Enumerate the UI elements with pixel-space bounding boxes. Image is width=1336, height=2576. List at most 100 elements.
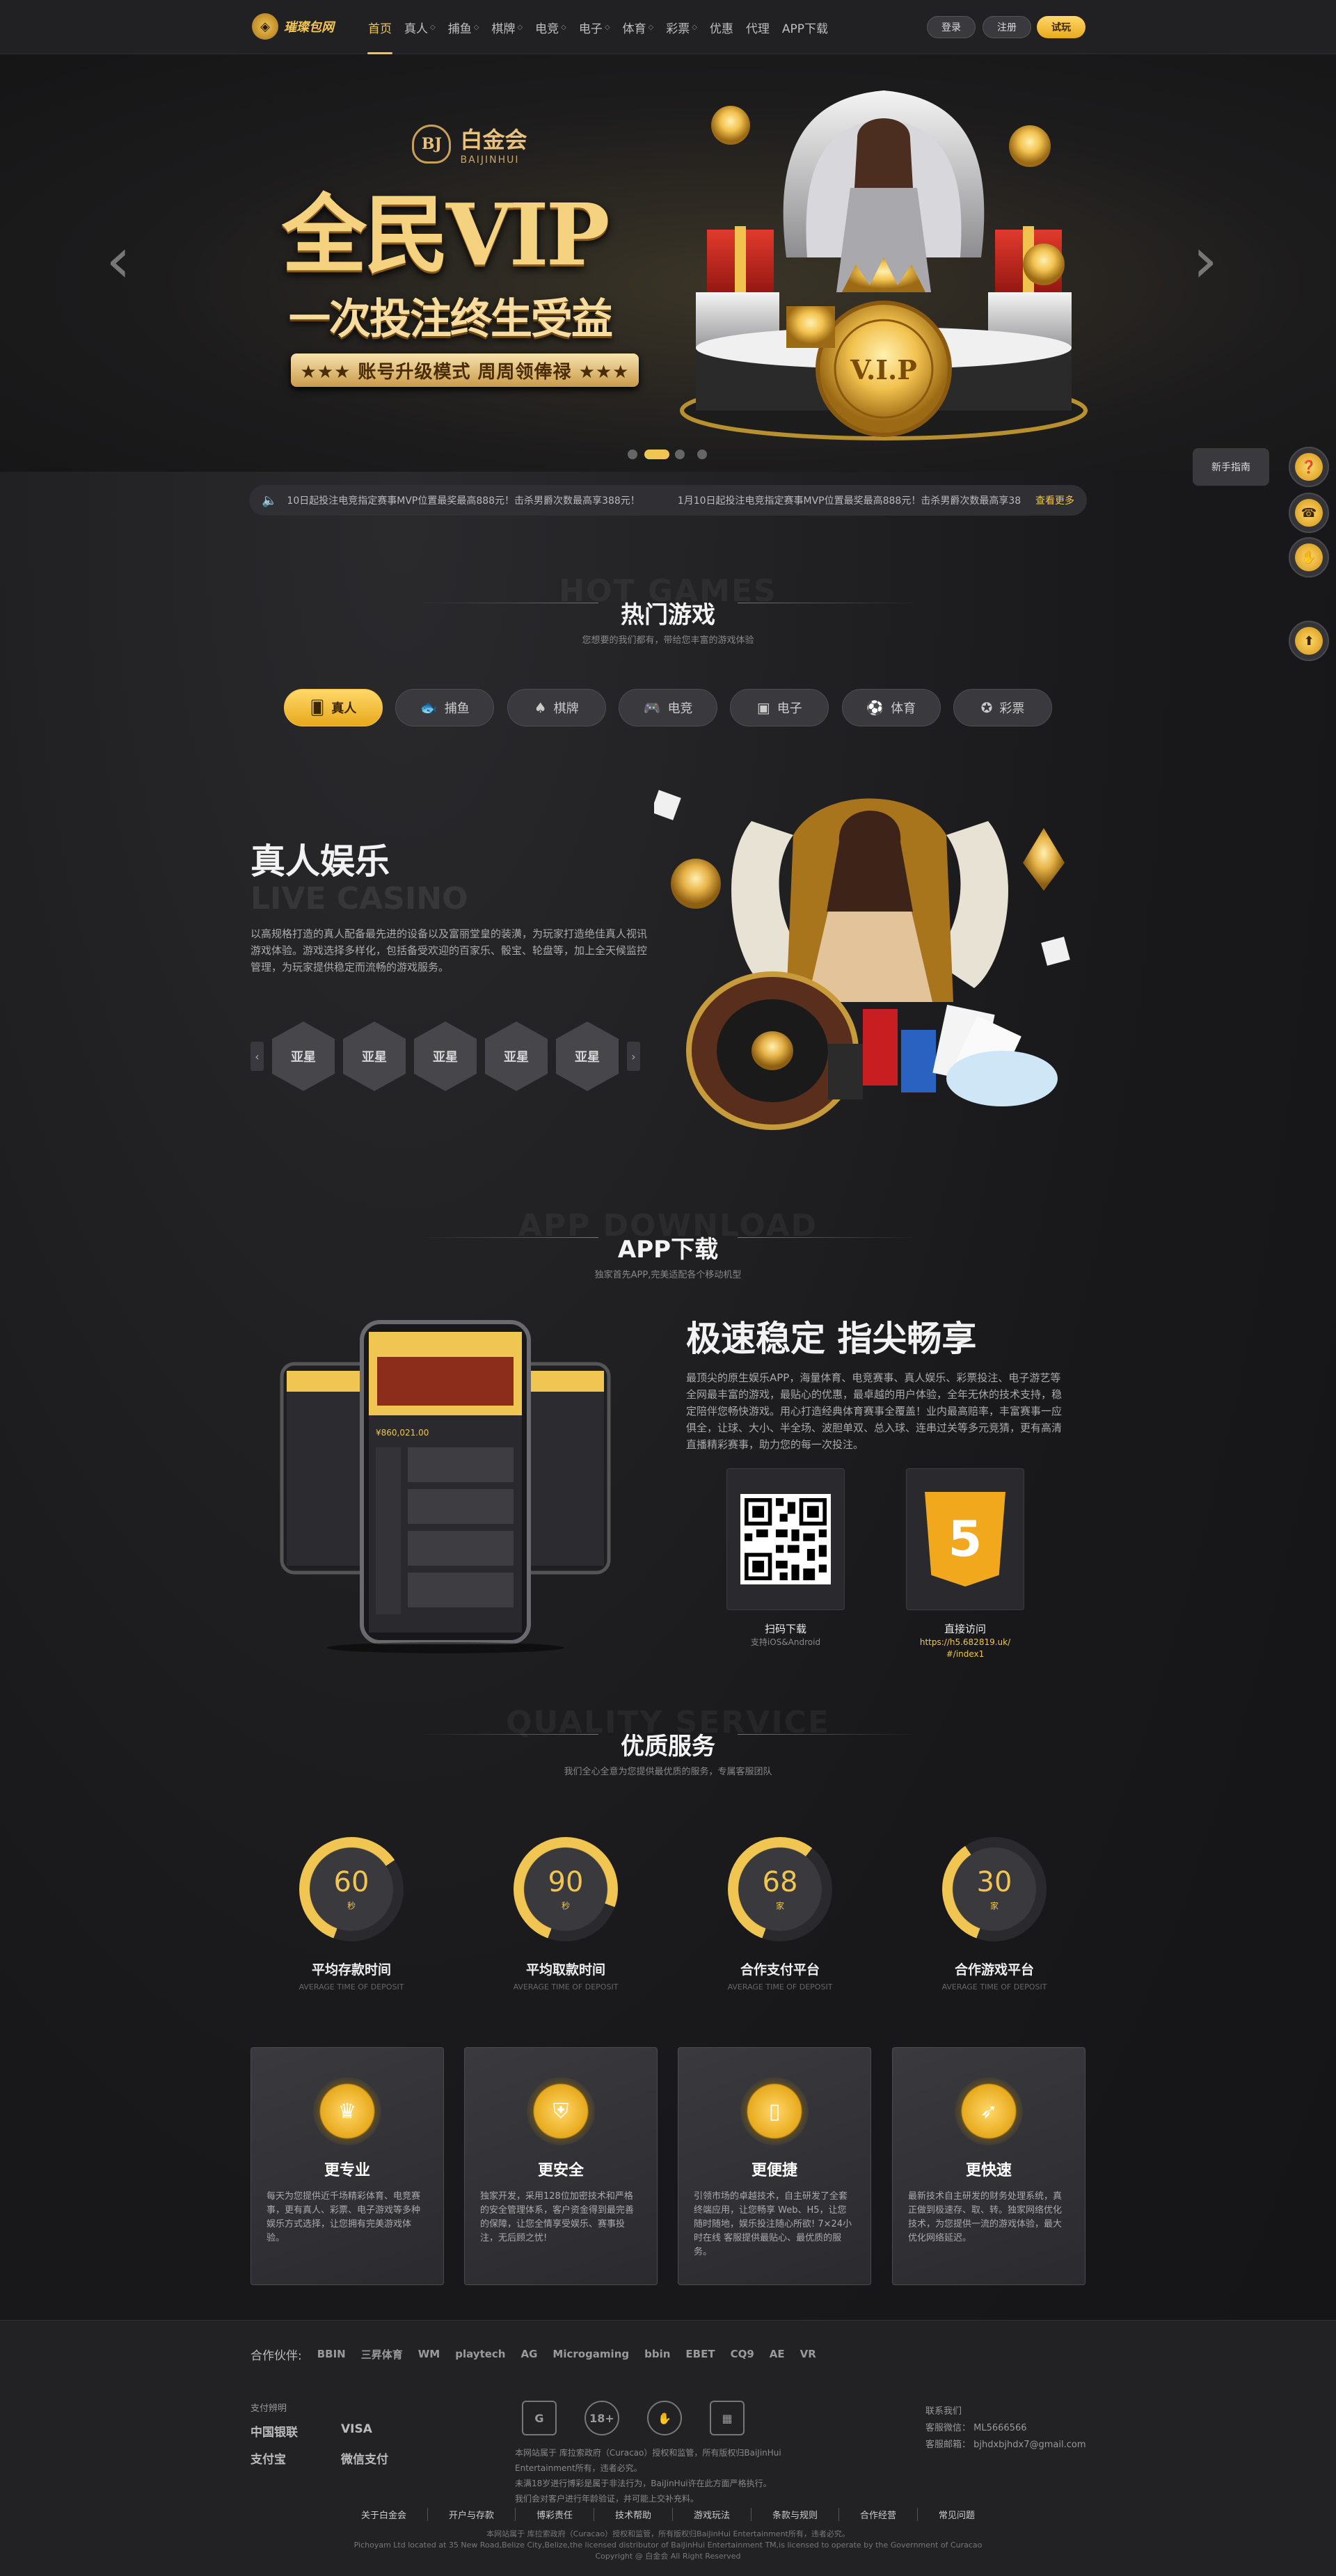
stat-value: 30 — [976, 1866, 1012, 1898]
tab-football[interactable]: ⚽ 体育 — [841, 689, 941, 726]
section-subtitle: 您想要的我们都有，带给您丰富的游戏体验 — [582, 635, 754, 646]
tab-spade[interactable]: ♠ 棋牌 — [507, 689, 606, 726]
stat-value: 90 — [548, 1866, 584, 1898]
tab-lottery[interactable]: ✪ 彩票 — [953, 689, 1052, 726]
login-button[interactable]: 登录 — [927, 16, 976, 38]
partner-logo[interactable]: bbin — [644, 2348, 670, 2360]
top-nav: ◈ 璀璨包网 首页 真人 ◇ 捕鱼 ◇ 棋牌 ◇ 电竞 ◇ 电子 ◇ 体育 ◇ 彩票 ◇ 优惠 代理 APP下载 … — [0, 0, 1336, 54]
nav-item[interactable]: 捕鱼 ◇ — [442, 0, 486, 54]
gamepad-icon: 🎮 — [643, 699, 661, 716]
h5-url-link[interactable]: https://h5.682819.uk/#/index1 — [906, 1637, 1024, 1660]
nav-item-label: 捕鱼 — [447, 22, 472, 36]
nav-item[interactable]: 代理 — [740, 0, 776, 54]
nav-item-label: 棋牌 — [491, 22, 516, 36]
footer-link[interactable]: 游戏玩法 — [673, 2508, 752, 2521]
provider-next-arrow[interactable]: › — [627, 1042, 640, 1071]
trial-button[interactable]: 试玩 — [1037, 16, 1086, 38]
footer-link[interactable]: 开户与存款 — [428, 2508, 516, 2521]
footer-link[interactable]: 条款与规则 — [752, 2508, 840, 2521]
service-card-desc: 最新技术自主研发的财务处理系统，真正做到极速存、取、转。独家网络优化技术，为您提… — [908, 2191, 1063, 2243]
banner-next-arrow[interactable]: › — [1193, 230, 1218, 292]
provider-logo[interactable]: 亚星 — [414, 1021, 477, 1091]
partner-logo[interactable]: AE — [770, 2348, 785, 2360]
contact-wechat[interactable]: 客服微信： ML5666566 — [925, 2420, 1092, 2437]
nav-item[interactable]: 真人 ◇ — [398, 0, 442, 54]
qr-download-box[interactable] — [726, 1468, 845, 1610]
tab-label: 电竞 — [667, 701, 693, 716]
announcement-bar[interactable]: 🔈 10日起投注电竞指定赛事MVP位置最奖最高888元！击杀男爵次数最高享388… — [249, 485, 1087, 516]
nav-item-label: 体育 — [622, 22, 646, 36]
banner-prev-arrow[interactable]: ‹ — [106, 230, 131, 292]
shield-icon: ⛨ — [527, 2077, 595, 2145]
footer-link[interactable]: 技术帮助 — [594, 2508, 673, 2521]
footer-link[interactable]: 合作经营 — [839, 2508, 918, 2521]
announcement-text: 10日起投注电竞指定赛事MVP位置最奖最高888元！击杀男爵次数最高享388元！ — [287, 495, 640, 507]
tab-label: 真人 — [331, 701, 357, 716]
slide-dot-active[interactable] — [644, 450, 669, 459]
slide-dot[interactable] — [628, 450, 637, 459]
stat-ring: 30 家 — [942, 1837, 1047, 1941]
provider-logo[interactable]: 亚星 — [343, 1021, 406, 1091]
partner-logo[interactable]: playtech — [455, 2348, 505, 2360]
slide-dot[interactable] — [675, 450, 685, 459]
rocket-icon: ➶ — [955, 2077, 1023, 2145]
announcement-more-link[interactable]: 查看更多 — [1035, 493, 1074, 507]
side-service-button[interactable]: ☎ — [1289, 493, 1329, 533]
stat-ring: 60 秒 — [299, 1837, 404, 1941]
provider-logo[interactable]: 亚星 — [556, 1021, 619, 1091]
guide-book-icon: ❓ — [1295, 453, 1323, 481]
stat-unit: 家 — [989, 1901, 999, 1911]
nav-item[interactable]: 体育 ◇ — [617, 0, 660, 54]
partner-logo[interactable]: EBET — [685, 2348, 715, 2360]
partner-logo[interactable]: VR — [800, 2348, 816, 2360]
nav-item[interactable]: 首页 — [362, 0, 398, 54]
provider-logo[interactable]: 亚星 — [272, 1021, 335, 1091]
site-logo[interactable]: ◈ 璀璨包网 — [252, 13, 349, 40]
partner-logo[interactable]: WM — [418, 2348, 440, 2360]
stat-label: 平均取款时间 — [525, 1962, 605, 1978]
nav-item[interactable]: 电子 ◇ — [573, 0, 617, 54]
service-card-title: 更快速 — [965, 2162, 1012, 2179]
stat-ring: 68 家 — [728, 1837, 832, 1941]
tab-cards[interactable]: 🂠 真人 — [284, 689, 383, 726]
contact-email[interactable]: 客服邮箱： bjhdxbjhdx7@gmail.com — [925, 2437, 1092, 2454]
nav-item[interactable]: 棋牌 ◇ — [485, 0, 529, 54]
newbie-guide-tooltip[interactable]: 新手指南 — [1193, 448, 1269, 486]
footer-link[interactable]: 博彩责任 — [516, 2508, 594, 2521]
partner-logo[interactable]: CQ9 — [731, 2348, 754, 2360]
brand-logo: BJ 白金会 BAIJINHUI — [383, 122, 557, 185]
nav-item-label: APP下载 — [781, 22, 829, 36]
partner-logo[interactable]: 三昇体育 — [361, 2347, 403, 2362]
register-button[interactable]: 注册 — [983, 16, 1031, 38]
tab-slot[interactable]: ▣ 电子 — [730, 689, 829, 726]
license-block: G 18+ ✋ ▦ 本网站属于 库拉索政府（Curacao）授权和监管，所有版权归Ba… — [515, 2401, 835, 2506]
nav-item[interactable]: 彩票 ◇ — [660, 0, 703, 54]
partners-row: 合作伙伴: BBIN 三昇体育 WM playtech AG Microgaming bbi… — [250, 2339, 1086, 2369]
chevron-down-icon: ◇ — [430, 23, 436, 31]
partner-logo[interactable]: AG — [520, 2348, 537, 2360]
footer-links: 关于白金会 开户与存款 博彩责任 技术帮助 游戏玩法 条款与规则 合作经营 常见问题 — [0, 2508, 1336, 2521]
provider-prev-arrow[interactable]: ‹ — [250, 1042, 264, 1071]
divider — [738, 1734, 918, 1735]
footer-link[interactable]: 关于白金会 — [340, 2508, 428, 2521]
partner-logo[interactable]: Microgaming — [552, 2348, 629, 2360]
side-guide-button[interactable]: ❓ — [1289, 447, 1329, 487]
footer-link[interactable]: 常见问题 — [918, 2508, 996, 2521]
nav-item[interactable]: APP下载 — [776, 0, 834, 54]
copyright-line: Pichoyam Ltd located at 35 New Road,Beli… — [353, 2541, 983, 2550]
h5-access-box[interactable]: 5 — [906, 1468, 1024, 1610]
license-icon: 18+ — [584, 2401, 619, 2435]
service-card: ⛨ 更安全 独家开发，采用128位加密技术和严格的安全管理体系，客户资金得到最完善的… — [464, 2047, 658, 2285]
provider-logo[interactable]: 亚星 — [485, 1021, 548, 1091]
partner-logo[interactable]: BBIN — [317, 2348, 346, 2360]
tab-gamepad[interactable]: 🎮 电竞 — [618, 689, 717, 726]
banner-ribbon: ★★★ 账号升级模式 周周领俸禄 ★★★ — [291, 353, 639, 387]
nav-item[interactable]: 电竞 ◇ — [529, 0, 573, 54]
qr-download-label: 扫码下载 — [764, 1623, 806, 1635]
slide-dot[interactable] — [697, 450, 707, 459]
license-text: 我们会对客户进行年龄验证，并可能上交补充料。 — [515, 2494, 699, 2504]
lottery-icon: ✪ — [980, 699, 993, 716]
tab-fish[interactable]: 🐟 捕鱼 — [395, 689, 495, 726]
side-partner-button[interactable]: ✋ — [1289, 537, 1329, 578]
nav-item[interactable]: 优惠 — [703, 0, 740, 54]
